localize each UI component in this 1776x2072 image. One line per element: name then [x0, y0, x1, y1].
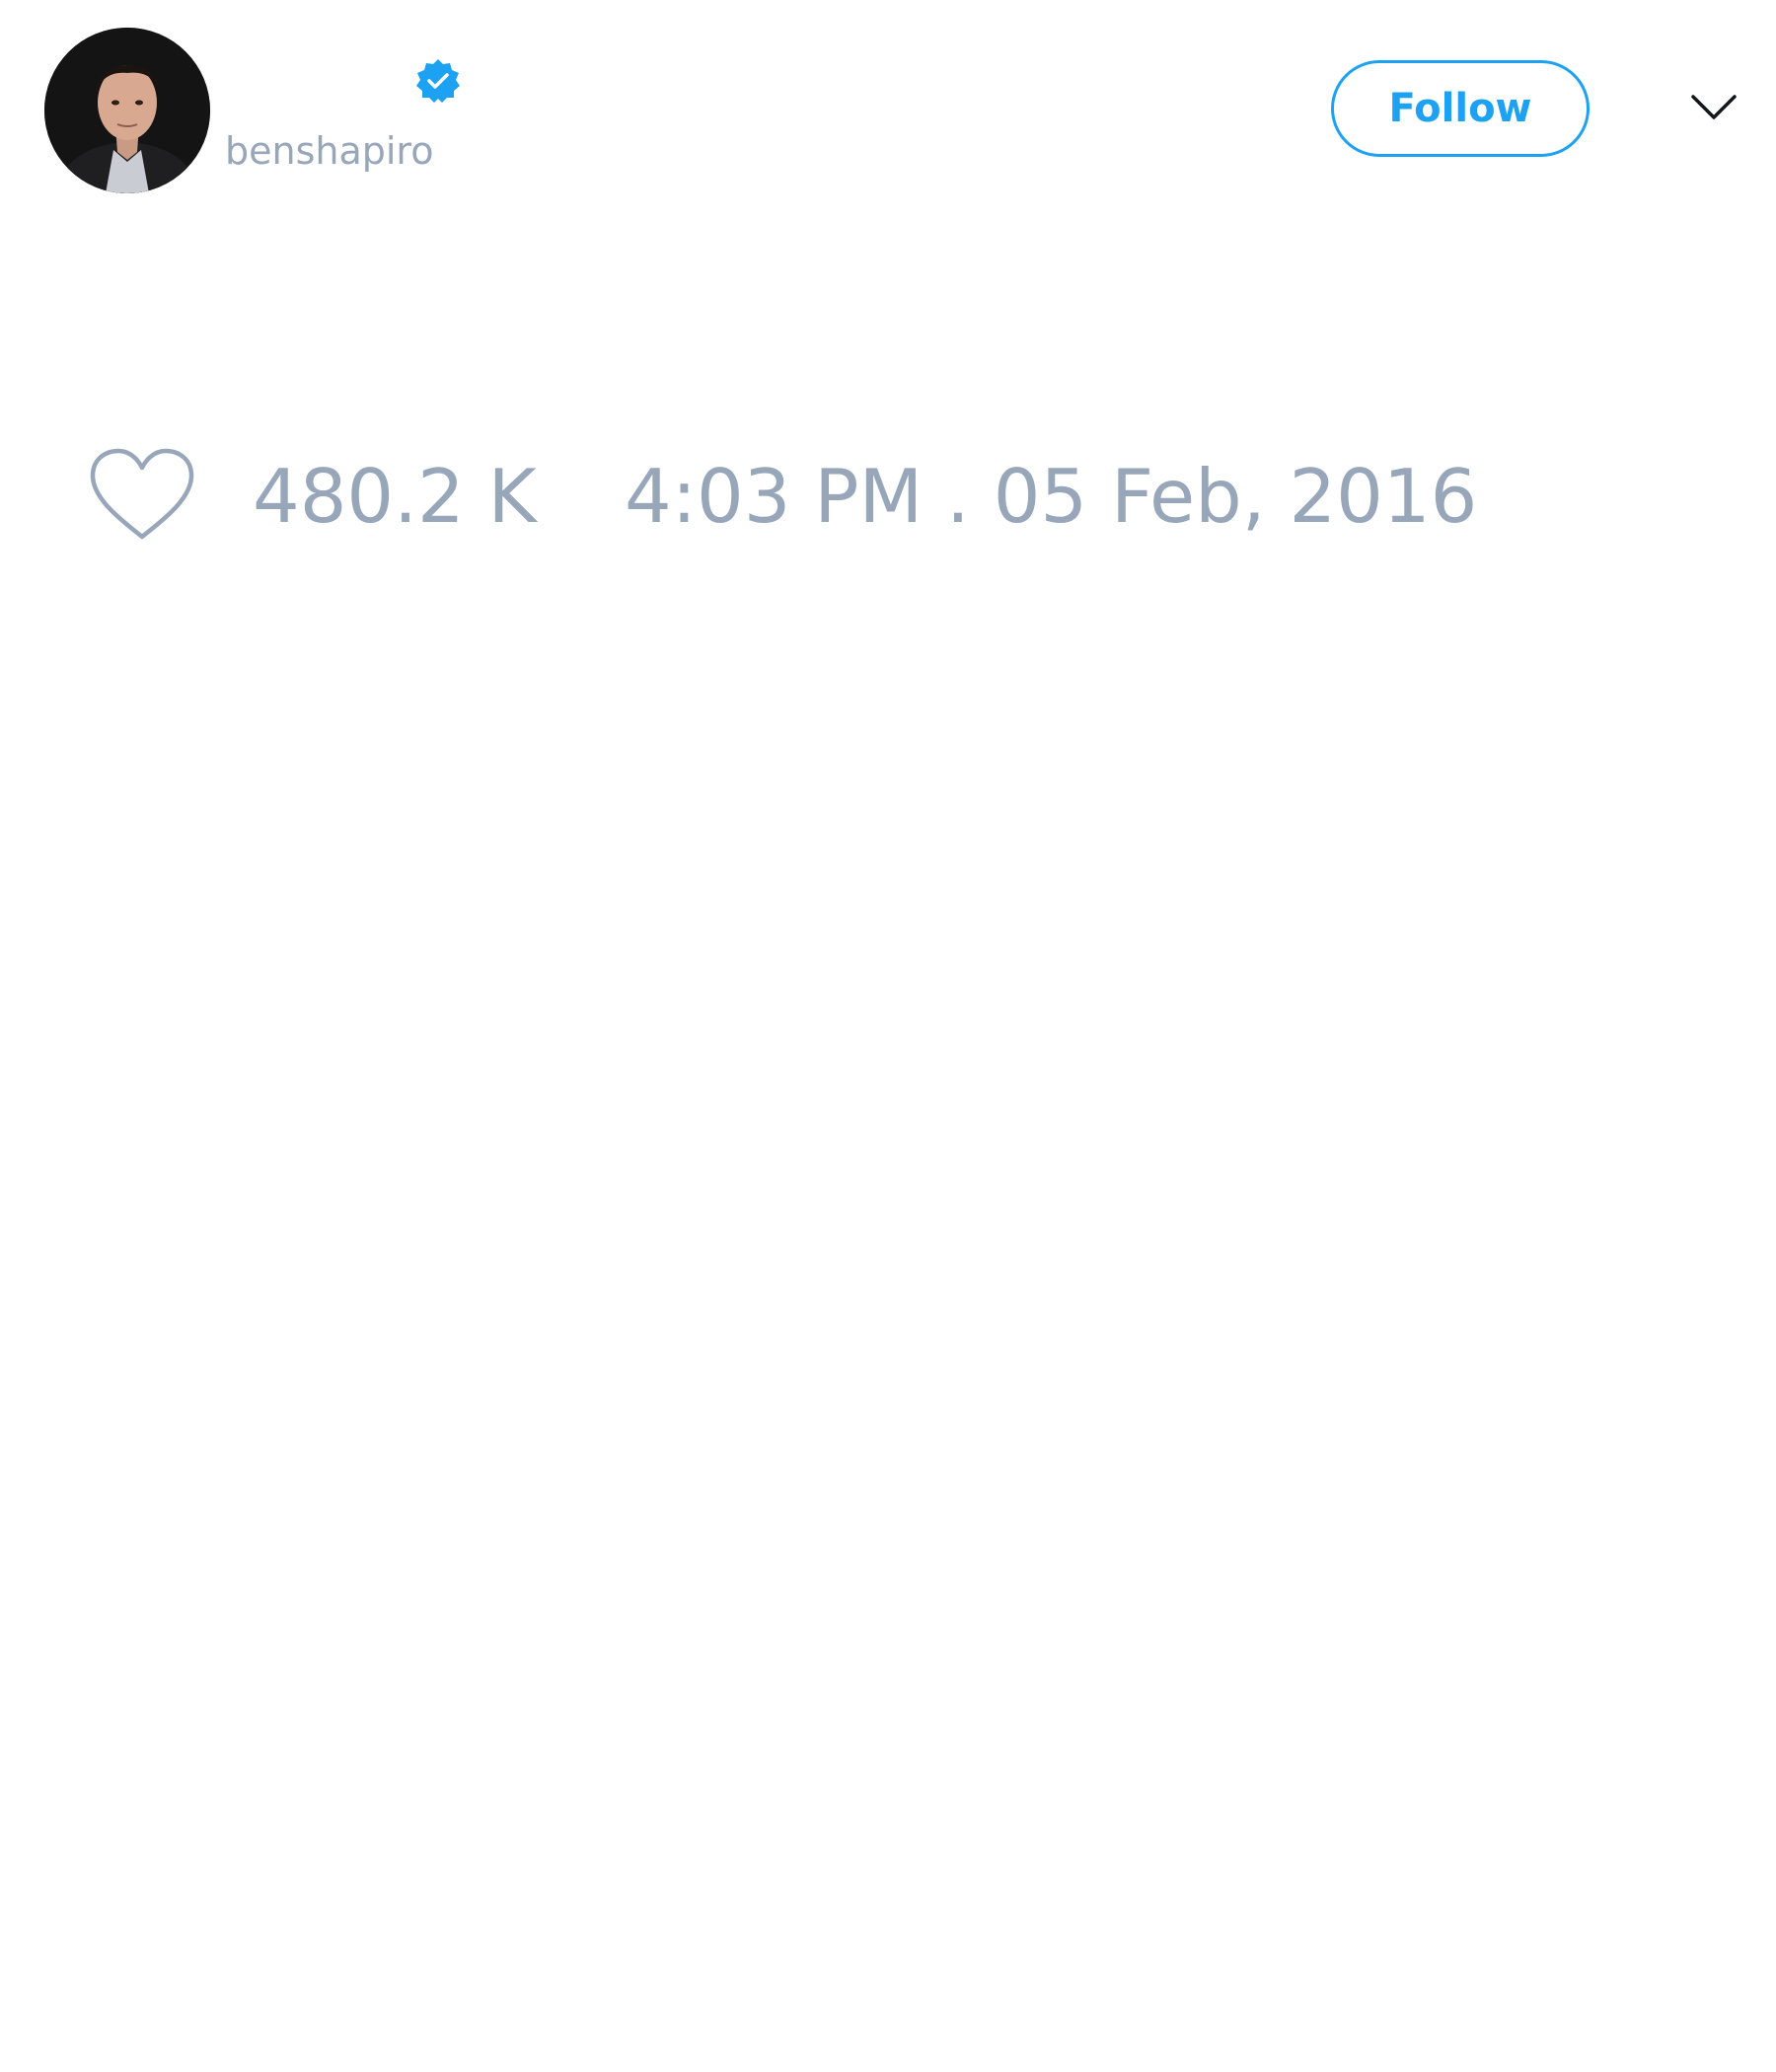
like-count: 480.2 K — [253, 453, 537, 540]
tweet-header: benshapiro Follow — [0, 0, 1776, 207]
heart-outline-icon[interactable] — [89, 448, 195, 543]
avatar[interactable] — [44, 28, 210, 193]
avatar-photo — [44, 28, 210, 193]
follow-button[interactable]: Follow — [1331, 60, 1590, 157]
verified-badge-icon — [414, 57, 462, 105]
tweet-timestamp[interactable]: 4:03 PM . 05 Feb, 2016 — [625, 454, 1477, 539]
tweet-footer: 480.2 K 4:03 PM . 05 Feb, 2016 — [0, 424, 1776, 562]
author-handle[interactable]: benshapiro — [225, 126, 433, 176]
chevron-down-icon[interactable] — [1689, 91, 1739, 124]
